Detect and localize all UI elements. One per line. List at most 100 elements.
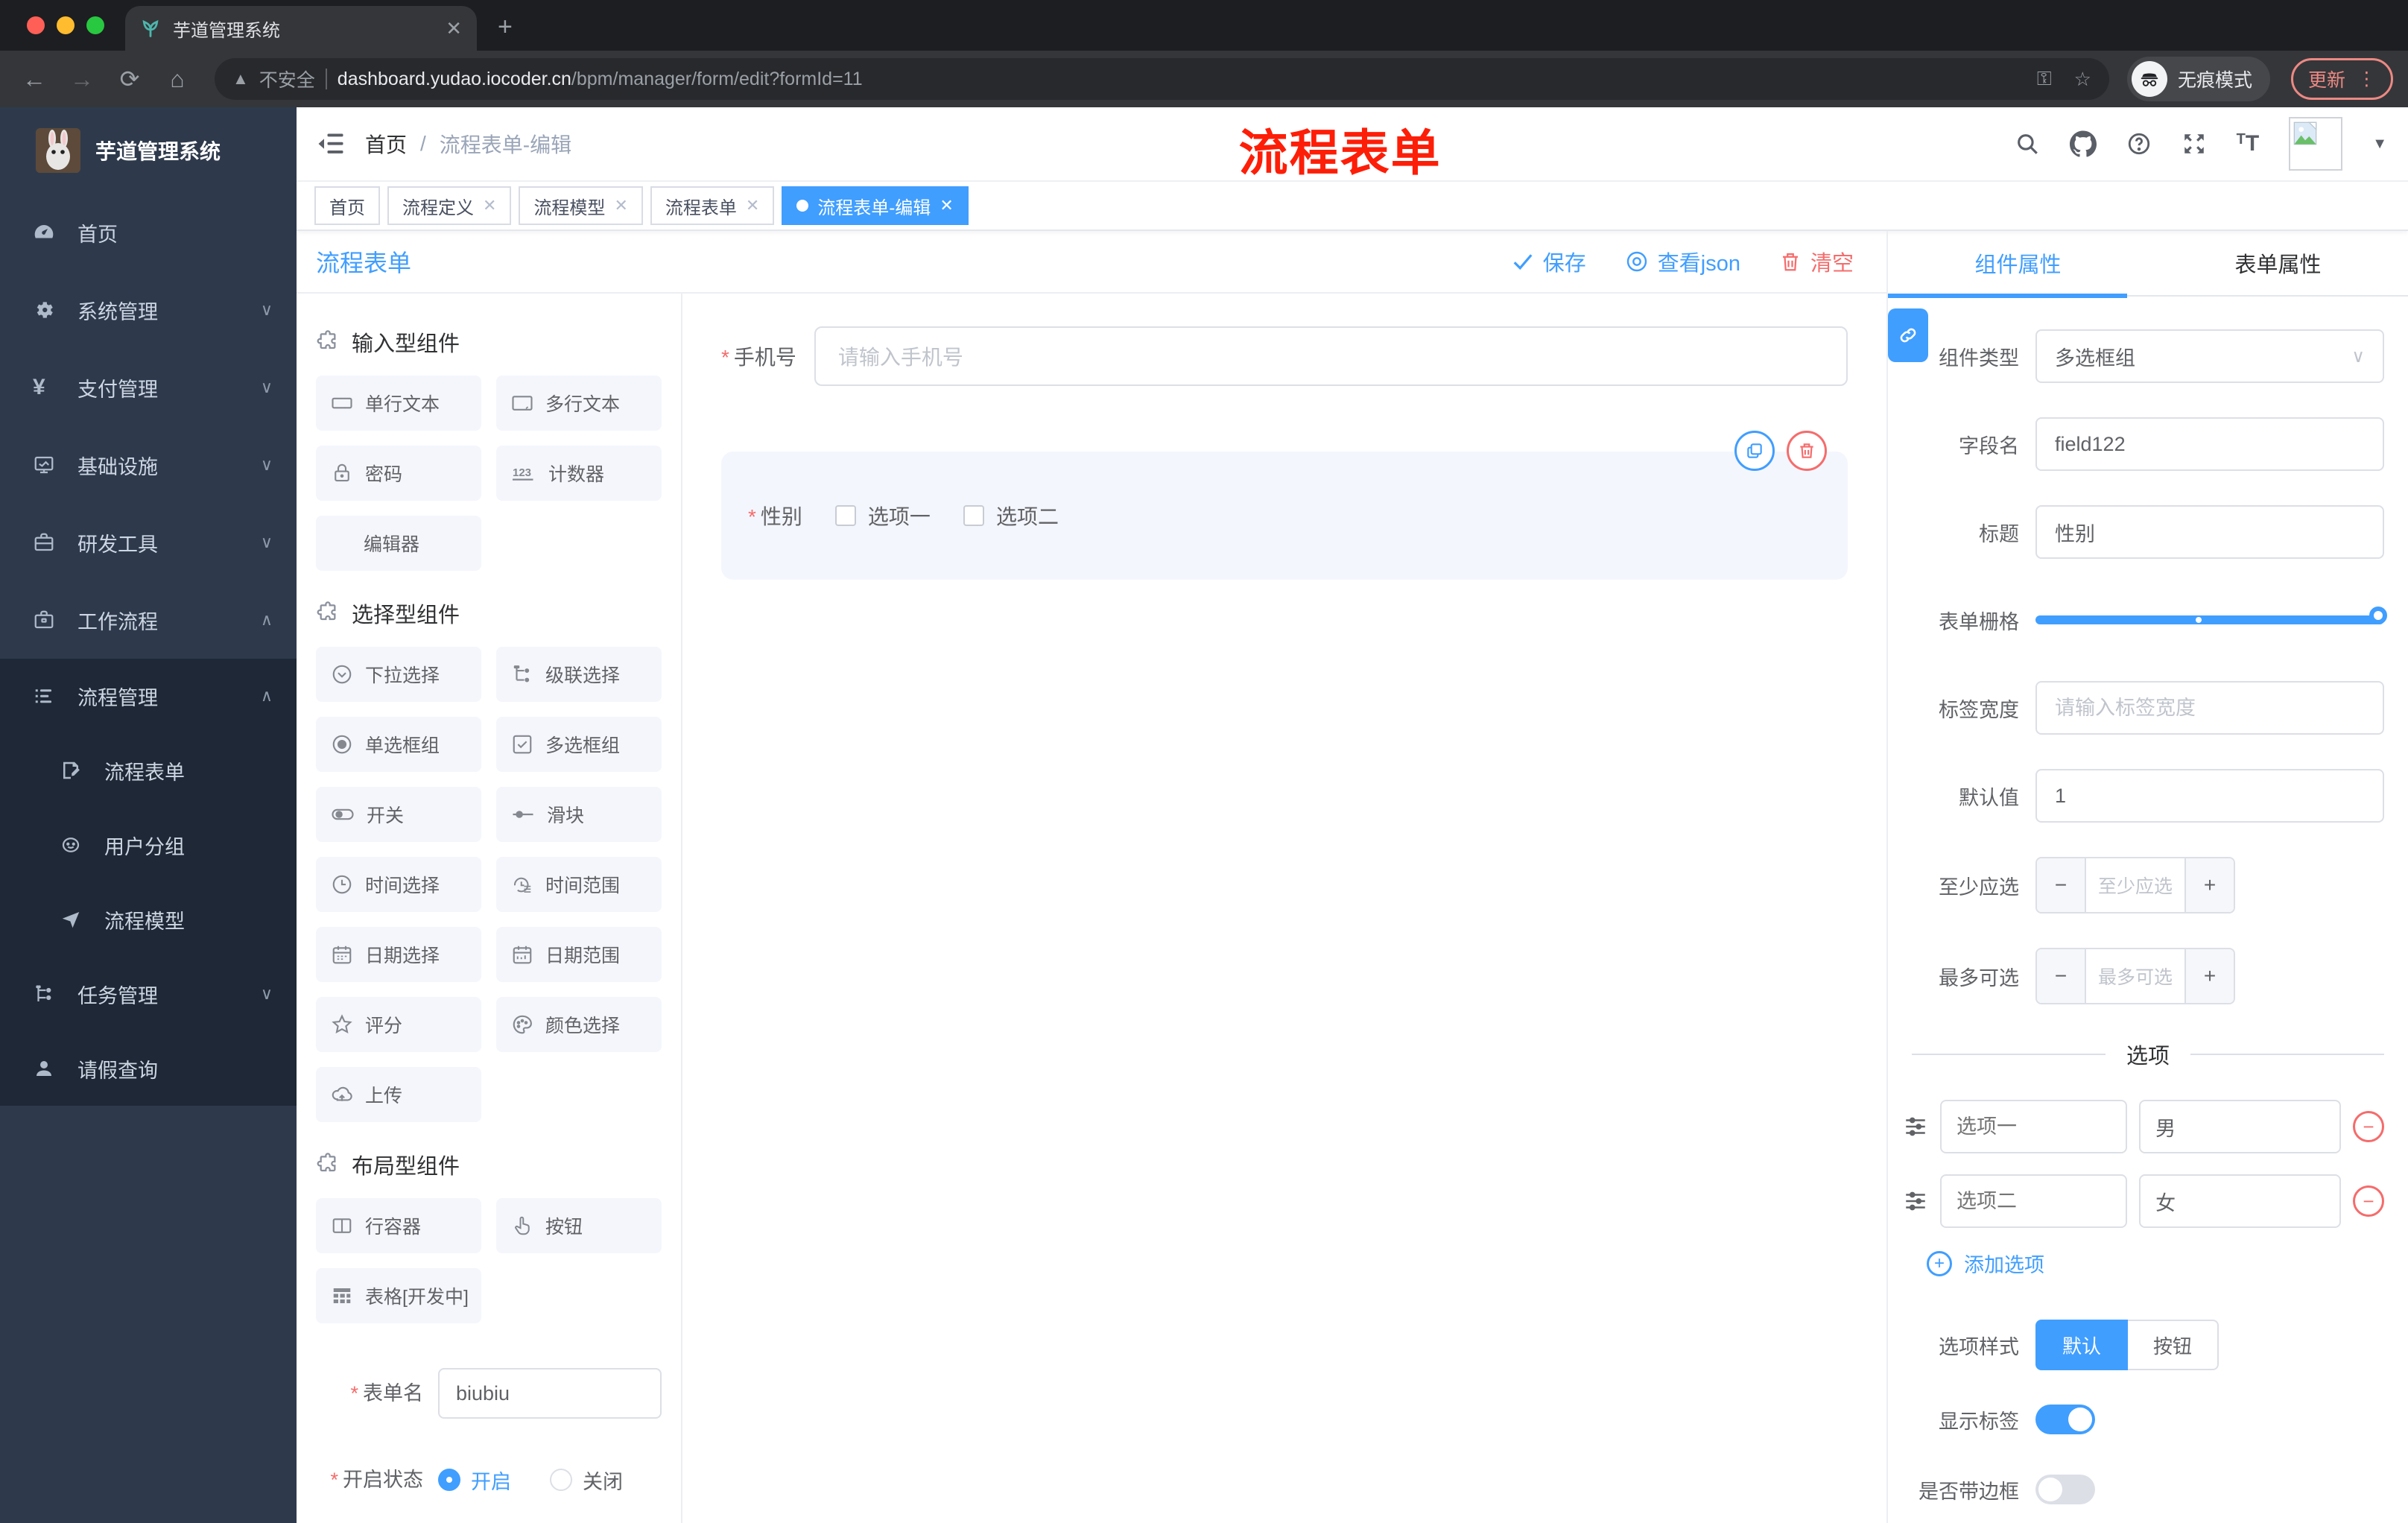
sidebar-logo[interactable]: 芋道管理系统 bbox=[0, 107, 297, 194]
canvas-phone-field[interactable]: * 手机号 请输入手机号 bbox=[721, 326, 1848, 386]
drag-handle-icon[interactable] bbox=[1903, 1114, 1928, 1139]
sidebar-item-process-model[interactable]: 流程模型 bbox=[0, 882, 297, 957]
address-bar[interactable]: ▲ 不安全 dashboard.yudao.iocoder.cn/bpm/man… bbox=[215, 58, 2109, 100]
form-name-input[interactable] bbox=[438, 1368, 662, 1419]
option1-value-input[interactable] bbox=[2139, 1100, 2341, 1153]
sidebar-item-devtools[interactable]: 研发工具 ∨ bbox=[0, 504, 297, 581]
title-input[interactable] bbox=[2035, 505, 2384, 559]
save-button[interactable]: 保存 bbox=[1512, 246, 1586, 277]
palette-item-color-picker[interactable]: 颜色选择 bbox=[496, 997, 662, 1052]
sidebar-item-system[interactable]: 系统管理 ∨ bbox=[0, 271, 297, 349]
sidebar-item-process-mgmt[interactable]: 流程管理 ∧ bbox=[0, 659, 297, 733]
palette-item-slider[interactable]: 滑块 bbox=[496, 787, 662, 842]
checkbox-box[interactable] bbox=[834, 505, 856, 526]
option1-label-input[interactable] bbox=[1940, 1100, 2128, 1153]
browser-tab[interactable]: 芋道管理系统 ✕ bbox=[125, 6, 477, 51]
palette-item-switch[interactable]: 开关 bbox=[316, 787, 481, 842]
palette-item-radio-group[interactable]: 单选框组 bbox=[316, 717, 481, 772]
show-label-toggle[interactable] bbox=[2035, 1405, 2095, 1434]
minimize-window-button[interactable] bbox=[57, 16, 75, 34]
max-select-stepper[interactable]: − 最多可选 + bbox=[2035, 948, 2235, 1004]
window-controls[interactable] bbox=[27, 16, 104, 34]
tag-process-definition[interactable]: 流程定义 ✕ bbox=[387, 186, 512, 225]
tab-component-props[interactable]: 组件属性 bbox=[1888, 231, 2148, 295]
close-window-button[interactable] bbox=[27, 16, 45, 34]
password-key-icon[interactable]: ⚿ bbox=[2037, 67, 2052, 91]
linked-component-tag[interactable] bbox=[1888, 308, 1928, 362]
drag-handle-icon[interactable] bbox=[1903, 1188, 1928, 1214]
tag-process-form-edit[interactable]: 流程表单-编辑 ✕ bbox=[782, 186, 969, 225]
remove-option-button[interactable]: − bbox=[2353, 1185, 2384, 1217]
increase-button[interactable]: + bbox=[2186, 858, 2234, 912]
palette-item-multi-text[interactable]: 多行文本 bbox=[496, 376, 662, 431]
duplicate-component-button[interactable] bbox=[1734, 431, 1775, 471]
tag-close-icon[interactable]: ✕ bbox=[940, 196, 953, 215]
remove-option-button[interactable]: − bbox=[2353, 1111, 2384, 1142]
tag-home[interactable]: 首页 bbox=[314, 186, 380, 225]
tag-close-icon[interactable]: ✕ bbox=[746, 196, 759, 215]
new-tab-button[interactable]: + bbox=[498, 13, 513, 42]
palette-item-single-text[interactable]: 单行文本 bbox=[316, 376, 481, 431]
sidebar-item-process-form[interactable]: 流程表单 bbox=[0, 733, 297, 808]
url-text[interactable]: dashboard.yudao.iocoder.cn/bpm/manager/f… bbox=[338, 69, 2015, 90]
view-json-button[interactable]: 查看json bbox=[1625, 246, 1740, 277]
tab-form-props[interactable]: 表单属性 bbox=[2148, 231, 2408, 295]
decrease-button[interactable]: − bbox=[2037, 949, 2085, 1003]
sidebar-item-task-mgmt[interactable]: 任务管理 ∨ bbox=[0, 957, 297, 1031]
min-select-stepper[interactable]: − 至少应选 + bbox=[2035, 857, 2235, 914]
palette-item-row-container[interactable]: 行容器 bbox=[316, 1198, 481, 1253]
palette-item-password[interactable]: 密码 bbox=[316, 446, 481, 501]
delete-component-button[interactable] bbox=[1787, 431, 1827, 471]
sidebar-item-infra[interactable]: 基础设施 ∨ bbox=[0, 426, 297, 504]
collapse-sidebar-icon[interactable] bbox=[317, 132, 344, 156]
style-button-button[interactable]: 按钮 bbox=[2128, 1320, 2220, 1370]
palette-item-checkbox-group[interactable]: 多选框组 bbox=[496, 717, 662, 772]
palette-item-date-range[interactable]: 日期范围 bbox=[496, 927, 662, 982]
option2-label-input[interactable] bbox=[1940, 1174, 2128, 1228]
option2-value-input[interactable] bbox=[2139, 1174, 2341, 1228]
sidebar-item-user-group[interactable]: 用户分组 bbox=[0, 808, 297, 882]
forward-icon[interactable]: → bbox=[63, 66, 101, 93]
label-width-input[interactable] bbox=[2035, 681, 2384, 735]
back-icon[interactable]: ← bbox=[15, 66, 54, 93]
reload-icon[interactable]: ⟳ bbox=[110, 65, 149, 93]
fullscreen-icon[interactable] bbox=[2182, 131, 2207, 156]
increase-button[interactable]: + bbox=[2186, 949, 2234, 1003]
gender-checkbox-option1[interactable]: 选项一 bbox=[834, 501, 931, 531]
sidebar-item-workflow[interactable]: 工作流程 ∧ bbox=[0, 581, 297, 659]
gender-checkbox-option2[interactable]: 选项二 bbox=[963, 501, 1059, 531]
sidebar-item-home[interactable]: 首页 bbox=[0, 194, 297, 271]
palette-item-upload[interactable]: 上传 bbox=[316, 1067, 481, 1122]
palette-item-counter[interactable]: 123 计数器 bbox=[496, 446, 662, 501]
min-select-input[interactable]: 至少应选 bbox=[2085, 858, 2186, 912]
palette-item-table[interactable]: 表格[开发中] bbox=[316, 1268, 481, 1323]
font-size-icon[interactable]: TT bbox=[2237, 131, 2260, 156]
sidebar-item-leave-query[interactable]: 请假查询 bbox=[0, 1031, 297, 1106]
palette-item-cascader[interactable]: 级联选择 bbox=[496, 647, 662, 702]
tag-close-icon[interactable]: ✕ bbox=[614, 196, 627, 215]
add-option-link[interactable]: + 添加选项 bbox=[1927, 1249, 2408, 1278]
browser-menu-icon[interactable]: ⋮ bbox=[2357, 68, 2376, 90]
border-toggle[interactable] bbox=[2035, 1475, 2095, 1504]
home-icon[interactable]: ⌂ bbox=[158, 66, 197, 93]
palette-item-date-picker[interactable]: 日期选择 bbox=[316, 927, 481, 982]
checkbox-box[interactable] bbox=[963, 505, 984, 526]
component-type-select[interactable]: 多选框组 ∨ bbox=[2035, 329, 2384, 383]
avatar[interactable] bbox=[2289, 117, 2343, 171]
help-icon[interactable] bbox=[2126, 131, 2152, 156]
palette-item-time-range[interactable]: 时间范围 bbox=[496, 857, 662, 912]
caret-down-icon[interactable]: ▼ bbox=[2372, 136, 2387, 153]
tag-close-icon[interactable]: ✕ bbox=[483, 196, 496, 215]
tab-close-icon[interactable]: ✕ bbox=[446, 17, 462, 40]
tag-process-model[interactable]: 流程模型 ✕ bbox=[519, 186, 643, 225]
sidebar-item-payment[interactable]: ¥ 支付管理 ∨ bbox=[0, 349, 297, 426]
canvas-gender-field-selected[interactable]: * 性别 选项一 选项二 bbox=[721, 431, 1848, 580]
search-icon[interactable] bbox=[2015, 131, 2040, 156]
bookmark-star-icon[interactable]: ☆ bbox=[2074, 68, 2091, 91]
slider-track[interactable] bbox=[2035, 607, 2387, 624]
not-secure-label[interactable]: 不安全 bbox=[259, 66, 315, 92]
palette-item-rate[interactable]: 评分 bbox=[316, 997, 481, 1052]
status-radio-off[interactable]: 关闭 bbox=[550, 1466, 623, 1495]
browser-update-button[interactable]: 更新 ⋮ bbox=[2290, 58, 2393, 100]
status-radio-on[interactable]: 开启 bbox=[438, 1466, 511, 1495]
